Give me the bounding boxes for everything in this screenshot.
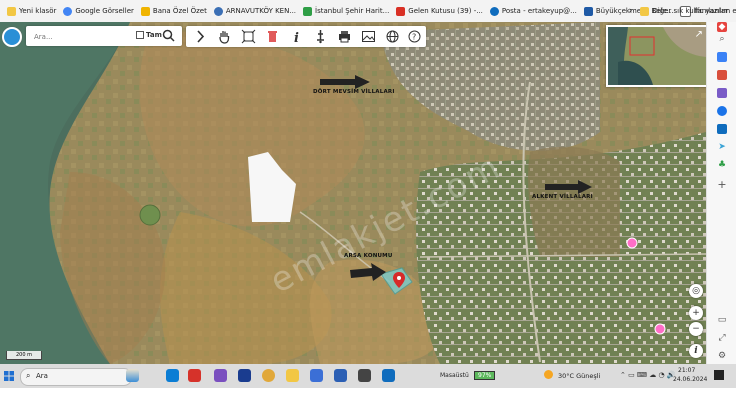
tam-checkbox[interactable]: Tam bbox=[136, 31, 162, 39]
bookmark-gelen-kutusu[interactable]: Gelen Kutusu (39) -... bbox=[396, 6, 483, 16]
app-m-icon[interactable] bbox=[188, 369, 201, 382]
globe-icon[interactable] bbox=[384, 28, 401, 45]
outlook-icon[interactable] bbox=[717, 124, 727, 134]
sun-icon bbox=[544, 370, 553, 379]
app-logo-icon[interactable] bbox=[2, 27, 22, 47]
lighthouse-widget-icon[interactable] bbox=[126, 369, 139, 382]
site-icon bbox=[213, 6, 223, 16]
chrome-icon[interactable] bbox=[262, 369, 275, 382]
minimap-imagery bbox=[608, 27, 706, 85]
bookmark-bana-ozel-ozet[interactable]: Bana Özel Özet bbox=[140, 6, 207, 16]
pin-icon[interactable] bbox=[312, 28, 329, 45]
svg-text:?: ? bbox=[412, 33, 416, 42]
search-icon[interactable] bbox=[162, 29, 175, 42]
tag-icon[interactable] bbox=[717, 52, 727, 62]
locate-icon[interactable]: ◎ bbox=[689, 284, 703, 298]
toolbox-icon[interactable] bbox=[717, 70, 727, 80]
map-toolbar: Tam i ? bbox=[0, 24, 426, 49]
bookmark-google-gorseller[interactable]: Google Görseller bbox=[63, 6, 134, 16]
delete-icon[interactable] bbox=[264, 28, 281, 45]
bookmark-posta[interactable]: Posta - ertakeyup@... bbox=[489, 6, 577, 16]
settings-gear-icon[interactable]: ⚙ bbox=[717, 351, 727, 361]
scale-bar: 200 m bbox=[6, 351, 42, 360]
poi-marker-icon bbox=[654, 323, 666, 335]
tray-icons[interactable]: ⌃ ▭ ⌨ ☁ ◔ 🔊 bbox=[620, 371, 676, 379]
poi-marker-icon bbox=[626, 237, 638, 249]
map-view[interactable]: emlakjet.com DÖRT MEVSİM VİLLALARI ALKEN… bbox=[0, 22, 706, 364]
help-icon[interactable]: ? bbox=[406, 28, 423, 45]
print-icon[interactable] bbox=[336, 28, 353, 45]
bookmark-istanbul-sehir-haritasi[interactable]: İstanbul Şehir Harit... bbox=[303, 6, 389, 16]
desktop-label[interactable]: Masaüstü bbox=[440, 372, 469, 379]
weather-text[interactable]: 30°C Güneşli bbox=[558, 372, 600, 380]
word-icon[interactable] bbox=[334, 369, 347, 382]
svg-text:i: i bbox=[294, 31, 299, 45]
microsoft-365-icon[interactable] bbox=[717, 106, 727, 116]
label-alkent: ALKENT VİLLALARI bbox=[532, 194, 593, 200]
label-arsa: ARSA KONUMU bbox=[344, 253, 393, 259]
app-blue-icon[interactable] bbox=[310, 369, 323, 382]
checkbox-icon bbox=[136, 31, 144, 39]
label-dort-mevsim: DÖRT MEVSİM VİLLALARI bbox=[313, 89, 395, 95]
app-gray-icon[interactable] bbox=[358, 369, 371, 382]
app-l-icon[interactable] bbox=[238, 369, 251, 382]
aerial-imagery bbox=[0, 22, 706, 364]
folder-icon bbox=[640, 6, 650, 16]
bottom-blank bbox=[0, 388, 736, 414]
copilot-icon[interactable]: ◆ bbox=[717, 22, 727, 32]
notification-icon[interactable] bbox=[714, 370, 724, 380]
windows-start-icon[interactable] bbox=[4, 371, 14, 381]
windows-taskbar: ⌕ Ara Masaüstü 97% 30°C Güneşli ⌃ ▭ ⌨ ☁ … bbox=[0, 364, 736, 388]
games-icon[interactable] bbox=[717, 88, 727, 98]
tool-strip: i ? bbox=[186, 26, 426, 47]
folder-icon bbox=[7, 6, 16, 16]
browser-sidebar: ◆ ⌕ ➤ ♣ + ▭ ⤢ ⚙ bbox=[706, 22, 736, 364]
outlook-icon bbox=[489, 6, 499, 16]
gmail-icon bbox=[396, 6, 406, 16]
bookmarks-bar: Yeni klasör Google Görseller Bana Özel Ö… bbox=[0, 0, 736, 23]
file-explorer-icon[interactable] bbox=[286, 369, 299, 382]
bookmark-yeni-klasor[interactable]: Yeni klasör bbox=[7, 6, 56, 16]
add-icon[interactable]: + bbox=[717, 179, 727, 190]
outlook-icon[interactable] bbox=[382, 369, 395, 382]
edge-icon[interactable] bbox=[166, 369, 179, 382]
app-purple-icon[interactable] bbox=[214, 369, 227, 382]
zoom-out-icon[interactable]: − bbox=[689, 322, 703, 336]
clock-date[interactable]: 24.06.2024 bbox=[673, 376, 707, 383]
battery-indicator[interactable]: 97% bbox=[474, 371, 496, 380]
extent-icon[interactable] bbox=[240, 28, 257, 45]
site-icon bbox=[583, 6, 593, 16]
clock-time[interactable]: 21:07 bbox=[678, 367, 695, 374]
info-icon[interactable]: i bbox=[288, 28, 305, 45]
expand-icon[interactable]: ↗ bbox=[695, 29, 703, 40]
overview-minimap[interactable]: ↗ bbox=[606, 25, 708, 87]
bookmark-arnavutkoy[interactable]: ARNAVUTKÖY KEN... bbox=[213, 6, 296, 16]
map-info-icon[interactable]: i bbox=[689, 344, 703, 358]
search-box: Tam bbox=[26, 26, 182, 46]
fullscreen-icon[interactable]: ⤢ bbox=[717, 333, 727, 343]
search-input[interactable] bbox=[32, 29, 128, 45]
other-bookmarks[interactable]: › Diğer sık kullanılanlar bbox=[629, 6, 728, 16]
image-icon[interactable] bbox=[360, 28, 377, 45]
search-icon: ⌕ bbox=[26, 371, 31, 380]
chevron-right-icon: › bbox=[628, 6, 633, 16]
search-icon[interactable]: ⌕ bbox=[717, 34, 727, 44]
zoom-in-icon[interactable]: + bbox=[689, 306, 703, 320]
sahibinden-icon bbox=[140, 6, 150, 16]
pan-hand-icon[interactable] bbox=[216, 28, 233, 45]
tree-icon[interactable]: ♣ bbox=[717, 160, 727, 170]
map-icon bbox=[303, 6, 313, 16]
google-icon bbox=[63, 6, 73, 16]
chevron-right-icon[interactable] bbox=[192, 28, 209, 45]
taskbar-search[interactable]: ⌕ Ara bbox=[20, 368, 132, 386]
split-screen-icon[interactable]: ▭ bbox=[717, 315, 727, 325]
send-icon[interactable]: ➤ bbox=[717, 142, 727, 152]
